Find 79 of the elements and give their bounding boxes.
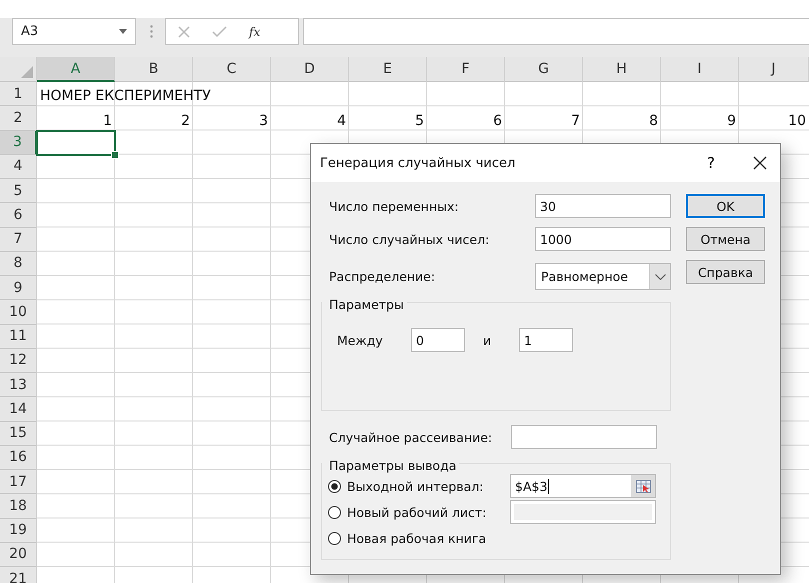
- chevron-down-icon: [654, 274, 666, 280]
- field-label: Распределение:: [329, 269, 436, 284]
- cell-number: 6: [492, 112, 503, 130]
- input-field[interactable]: 0: [411, 328, 465, 352]
- field-label: Между: [337, 332, 384, 348]
- row-header[interactable]: 11: [0, 324, 37, 349]
- field-label: и: [483, 332, 492, 348]
- caret-icon: [119, 29, 127, 34]
- row-header[interactable]: 2: [0, 106, 37, 130]
- column-header[interactable]: H: [583, 57, 661, 82]
- drag-handle-icon[interactable]: [150, 25, 153, 38]
- column-header[interactable]: C: [193, 57, 271, 82]
- cell-number: 4: [336, 112, 347, 130]
- dialog-title: Генерация случайных чисел: [320, 156, 516, 170]
- radio-option[interactable]: Новая рабочая книга: [328, 530, 486, 546]
- row-header[interactable]: 13: [0, 373, 37, 398]
- dialog-button[interactable]: Справка: [686, 260, 765, 284]
- cell-text: НОМЕР ЕКСПЕРИМЕНТУ: [39, 88, 212, 106]
- input-field[interactable]: [511, 425, 657, 449]
- row-header[interactable]: 15: [0, 422, 37, 446]
- row-header[interactable]: 17: [0, 470, 37, 494]
- input-field[interactable]: 1000: [535, 227, 671, 251]
- range-picker-button[interactable]: [631, 475, 655, 497]
- cell-number: 10: [787, 112, 807, 130]
- row-header[interactable]: 3: [0, 130, 37, 155]
- cell-number: 2: [180, 112, 191, 130]
- row-header[interactable]: 10: [0, 300, 37, 324]
- row-header[interactable]: 4: [0, 154, 37, 179]
- row-header[interactable]: 7: [0, 228, 37, 252]
- column-header[interactable]: A: [37, 57, 115, 82]
- row-header[interactable]: 1: [0, 82, 37, 106]
- row-header[interactable]: 20: [0, 542, 37, 567]
- row-header[interactable]: 6: [0, 203, 37, 228]
- radio-option[interactable]: Новый рабочий лист:: [328, 504, 486, 520]
- column-header[interactable]: J: [739, 57, 809, 82]
- close-icon: [753, 156, 767, 170]
- fill-handle[interactable]: [111, 150, 119, 159]
- column-header[interactable]: F: [427, 57, 505, 82]
- radio-button[interactable]: [328, 506, 341, 518]
- row-header[interactable]: 21: [0, 567, 37, 583]
- row-header[interactable]: 12: [0, 348, 37, 373]
- cell-number: 5: [414, 112, 425, 130]
- formula-input[interactable]: [303, 18, 809, 45]
- range-select-icon: [636, 480, 650, 492]
- column-header[interactable]: E: [349, 57, 427, 82]
- radio-button[interactable]: [328, 532, 341, 544]
- row-header[interactable]: 19: [0, 518, 37, 543]
- name-box[interactable]: A3: [12, 18, 136, 45]
- row-header[interactable]: 18: [0, 494, 37, 518]
- field-label: Число случайных чисел:: [329, 232, 490, 246]
- row-header[interactable]: 9: [0, 276, 37, 300]
- row-header[interactable]: 8: [0, 252, 37, 276]
- row-header[interactable]: 14: [0, 397, 37, 422]
- distribution-dropdown[interactable]: Равномерное: [535, 263, 671, 290]
- check-icon[interactable]: [212, 26, 227, 38]
- cell-number: 3: [258, 112, 269, 130]
- active-cell[interactable]: [36, 130, 116, 156]
- cell-number: 8: [648, 112, 659, 130]
- input-field[interactable]: 1: [519, 328, 573, 352]
- corner-triangle-icon: [21, 66, 33, 78]
- row-header[interactable]: 5: [0, 179, 37, 204]
- column-header[interactable]: G: [505, 57, 583, 82]
- input-field[interactable]: 30: [535, 194, 671, 218]
- radio-button[interactable]: [328, 480, 341, 492]
- field-label: Случайное рассеивание:: [329, 430, 492, 444]
- dialog-button[interactable]: OK: [686, 194, 765, 218]
- column-header[interactable]: B: [115, 57, 193, 82]
- cell-number: 9: [726, 112, 737, 130]
- column-header[interactable]: I: [661, 57, 739, 82]
- field-label: Число переменных:: [329, 198, 459, 214]
- radio-option[interactable]: Выходной интервал:: [328, 478, 484, 494]
- cell-number: 7: [570, 112, 581, 130]
- column-header[interactable]: D: [271, 57, 349, 82]
- cell-number: 1: [102, 112, 113, 130]
- range-field[interactable]: $A$3: [510, 474, 656, 498]
- dialog-button[interactable]: Отмена: [686, 227, 765, 251]
- insert-function-button[interactable]: fx: [249, 24, 260, 38]
- row-header[interactable]: 16: [0, 446, 37, 470]
- help-button[interactable]: ?: [696, 153, 726, 173]
